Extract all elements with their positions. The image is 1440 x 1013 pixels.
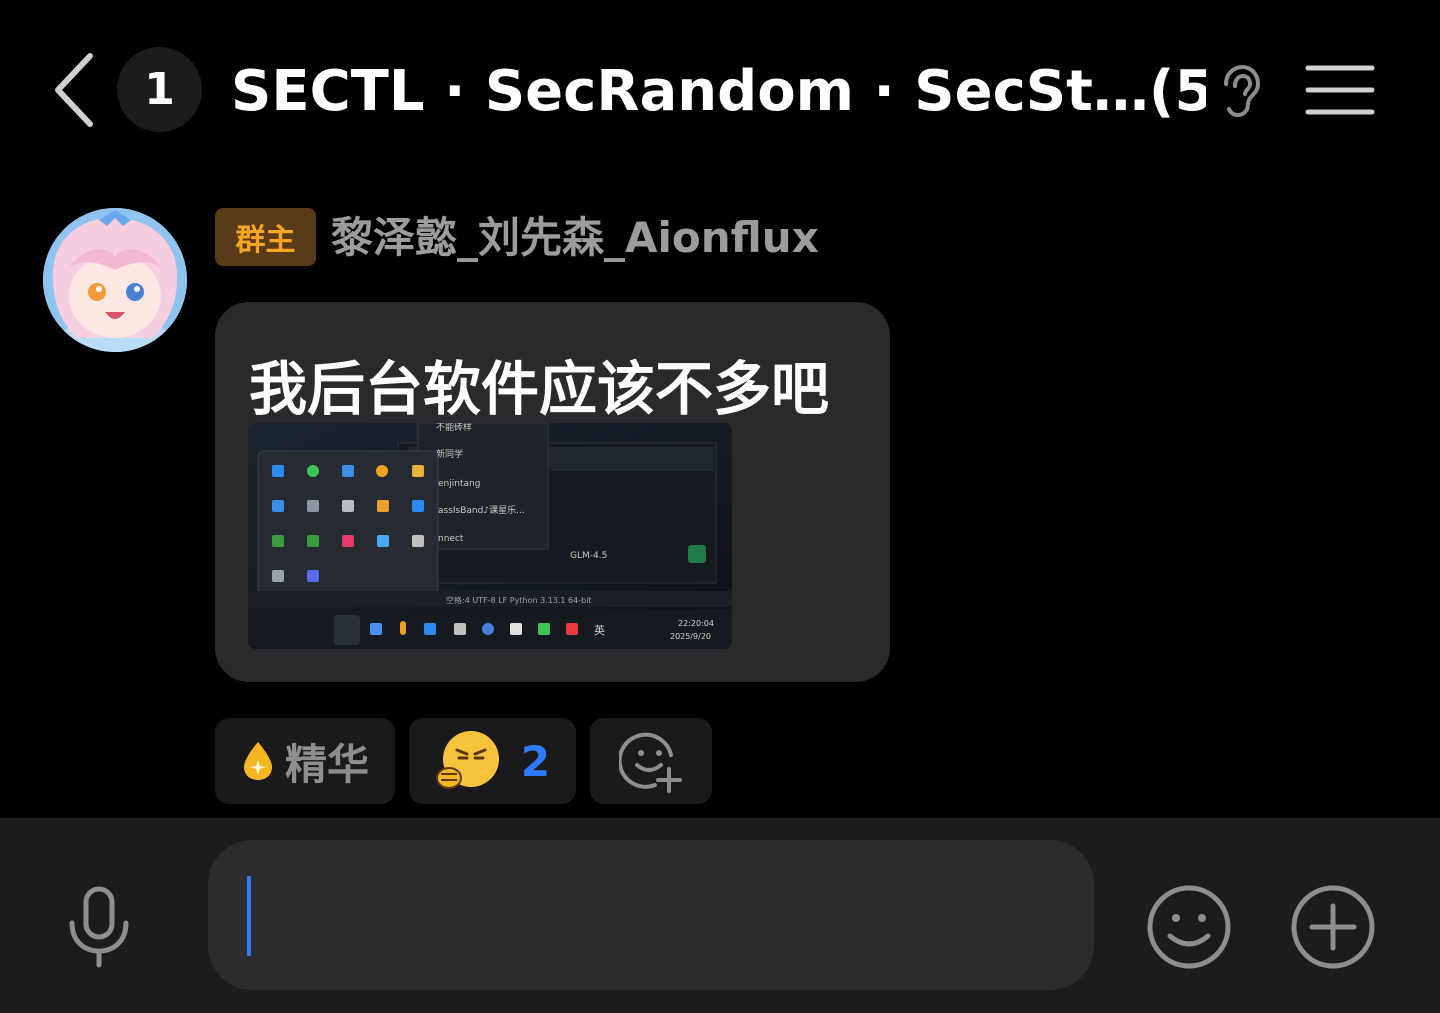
menu-item-2: 新同学 xyxy=(436,448,463,460)
add-reaction-button[interactable] xyxy=(590,718,712,804)
menu-icon[interactable] xyxy=(1304,62,1376,118)
plus-icon[interactable] xyxy=(1290,884,1376,970)
ear-icon[interactable] xyxy=(1218,64,1262,118)
coughing-face-emoji-icon xyxy=(435,731,499,789)
menu-item-1: 不能砖样 xyxy=(436,423,472,433)
sender-avatar[interactable] xyxy=(43,208,187,352)
ime-indicator: 英 xyxy=(594,623,605,637)
text-cursor xyxy=(247,876,251,956)
menu-item-3: enjintang xyxy=(438,479,480,489)
message-text: 我后台软件应该不多吧 xyxy=(249,355,830,423)
group-owner-badge: 群主 xyxy=(215,208,316,266)
essence-label: 精华 xyxy=(284,739,369,789)
chat-title[interactable]: SECTL · SecRandom · SecSt…(54) xyxy=(231,52,1206,132)
microphone-icon[interactable] xyxy=(66,885,132,969)
emoji-icon[interactable] xyxy=(1146,884,1232,970)
emoji-reaction-count: 2 xyxy=(520,736,551,786)
menu-item-4: assIsBand♪课星乐... xyxy=(438,504,525,516)
taskbar-date: 2025/9/20 xyxy=(670,632,711,641)
back-arrow-icon[interactable] xyxy=(52,52,100,128)
message-input[interactable] xyxy=(208,840,1094,990)
menu-item-5: nnect xyxy=(438,534,464,544)
essence-button[interactable]: 精华 xyxy=(215,718,395,804)
ide-status-bar: 空格:4 UTF-8 LF Python 3.13.1 64-bit xyxy=(446,595,592,605)
add-emoji-icon xyxy=(619,732,682,793)
sender-name[interactable]: 黎泽懿_刘先森_Aionflux xyxy=(331,210,819,266)
model-label: GLM-4.5 xyxy=(570,551,607,561)
message-bubble[interactable]: 我后台软件应该不多吧 不能砖样 新同学 enjintang assIsBand♪… xyxy=(215,302,890,682)
emoji-reaction-button[interactable]: 2 xyxy=(409,718,576,804)
unread-count-badge[interactable]: 1 xyxy=(117,47,202,132)
taskbar-time: 22:20:04 xyxy=(678,619,714,628)
essence-drop-icon xyxy=(243,742,272,780)
message-image[interactable]: 不能砖样 新同学 enjintang assIsBand♪课星乐... nnec… xyxy=(248,423,732,649)
